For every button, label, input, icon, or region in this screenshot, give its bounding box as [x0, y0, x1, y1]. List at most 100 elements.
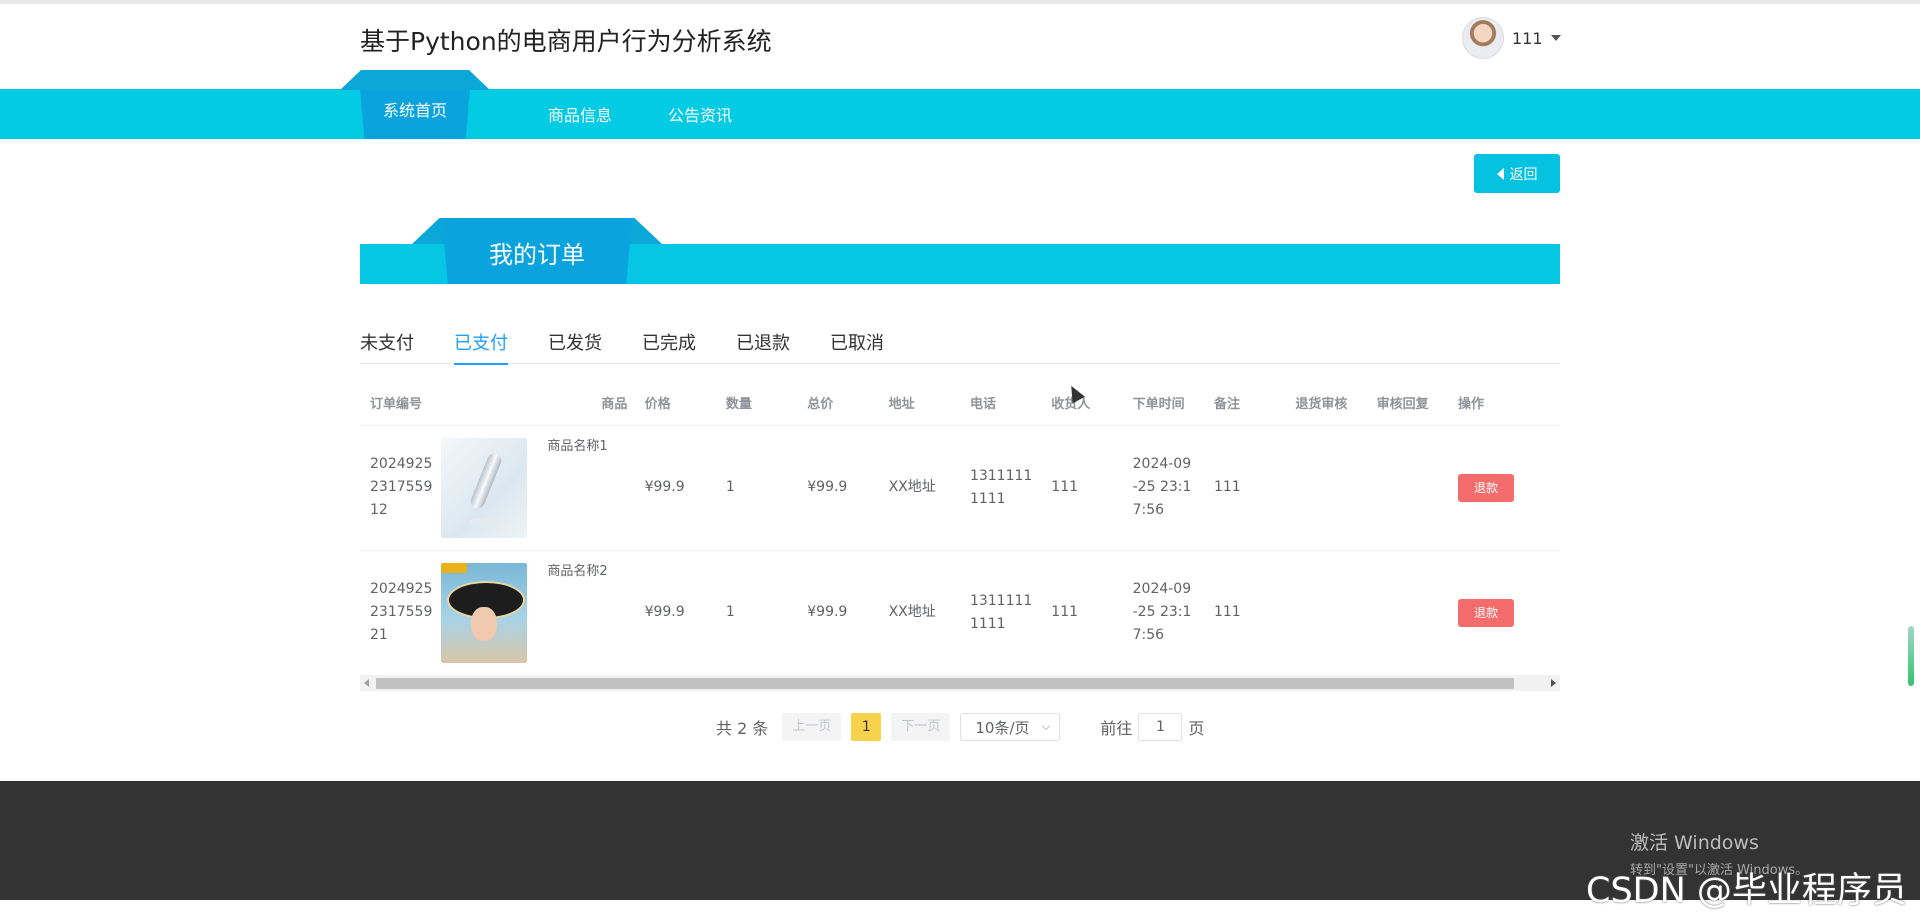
quantity-cell: 1: [715, 550, 798, 676]
return-review-cell: [1285, 425, 1367, 551]
order-no-cell: 2024925 2317559 21: [360, 550, 442, 676]
time-line: -25 23:1: [1132, 604, 1192, 620]
price-cell: ¥99.9: [634, 425, 716, 551]
time-line: -25 23:1: [1132, 479, 1192, 495]
phone-cell: 1311111 1111: [959, 425, 1042, 551]
nav-item-products[interactable]: 商品信息: [520, 89, 640, 139]
pagination-total: 共 2 条: [716, 719, 769, 738]
phone-line: 1111: [969, 490, 1006, 507]
page-size-select[interactable]: 10条/页: [960, 713, 1061, 741]
back-button[interactable]: 返回: [1474, 154, 1560, 193]
tab-refunded[interactable]: 已退款: [736, 330, 790, 364]
tab-completed[interactable]: 已完成: [642, 330, 696, 364]
order-time-cell: 2024-09 -25 23:1 7:56: [1122, 425, 1204, 551]
order-no-line: 2024925: [370, 456, 433, 472]
nav-item-news[interactable]: 公告资讯: [640, 89, 760, 139]
col-header-review-reply: 审核回复: [1366, 380, 1448, 426]
goto-prefix: 前往: [1100, 719, 1133, 738]
chevron-down-icon: [1042, 721, 1051, 730]
table-row: 2024925 2317559 12 商品名称1 ¥99.9 1 ¥99.9 X…: [360, 425, 1560, 551]
next-page-button[interactable]: 下一页: [891, 713, 951, 741]
product-cell: 商品名称2: [441, 550, 635, 676]
table-horizontal-scrollbar[interactable]: [360, 675, 1560, 691]
product-cell: 商品名称1: [441, 425, 635, 551]
time-line: 2024-09: [1132, 581, 1192, 597]
return-review-cell: [1285, 550, 1367, 676]
tab-cancelled[interactable]: 已取消: [830, 330, 884, 364]
caret-down-icon[interactable]: [1550, 35, 1561, 41]
tab-paid[interactable]: 已支付: [454, 330, 508, 365]
goto-suffix: 页: [1188, 719, 1205, 738]
col-header-address: 地址: [878, 380, 960, 426]
col-header-phone: 电话: [959, 380, 1042, 426]
col-header-product: 商品: [441, 380, 635, 426]
phone-line: 1311111: [969, 467, 1033, 484]
site-header: 基于Python的电商用户行为分析系统 111: [0, 4, 1920, 88]
col-header-remark: 备注: [1203, 380, 1286, 426]
order-no-line: 2317559: [370, 479, 433, 495]
nav-item-home-label[interactable]: 系统首页: [360, 90, 470, 139]
tab-shipped[interactable]: 已发货: [548, 330, 602, 364]
order-no-cell: 2024925 2317559 12: [360, 425, 442, 551]
section-title: 我的订单: [442, 218, 632, 284]
scroll-right-icon[interactable]: [1551, 679, 1556, 687]
page-scroll-indicator[interactable]: [1908, 626, 1914, 686]
main-nav: 商品信息 公告资讯: [0, 89, 1920, 139]
phone-line: 1311111: [969, 592, 1033, 609]
col-header-order-no: 订单编号: [360, 380, 442, 426]
product-name: 商品名称2: [547, 563, 608, 579]
product-image[interactable]: [441, 562, 528, 663]
order-no-line: 2024925: [370, 581, 433, 597]
back-button-label: 返回: [1509, 166, 1538, 183]
time-line: 2024-09: [1132, 456, 1192, 472]
scrollbar-thumb[interactable]: [376, 678, 1514, 689]
order-no-line: 21: [370, 627, 388, 643]
product-name: 商品名称1: [547, 438, 608, 454]
col-header-total: 总价: [797, 380, 879, 426]
total-cell: ¥99.9: [797, 550, 879, 676]
order-status-tabs: 未支付 已支付 已发货 已完成 已退款 已取消: [360, 330, 1560, 365]
refund-button[interactable]: 退款: [1458, 473, 1514, 502]
col-header-action: 操作: [1448, 380, 1560, 426]
table-header-row: 订单编号 商品 价格 数量 总价 地址 电话 收货人 下单时间 备注 退货审核 …: [360, 380, 1560, 426]
action-cell: 退款: [1448, 550, 1560, 676]
receiver-cell: 111: [1041, 425, 1123, 551]
price-cell: ¥99.9: [634, 550, 716, 676]
address-cell: XX地址: [878, 550, 960, 676]
col-header-return-review: 退货审核: [1285, 380, 1367, 426]
remark-cell: 111: [1203, 550, 1286, 676]
scroll-left-icon[interactable]: [364, 679, 369, 687]
refund-button[interactable]: 退款: [1458, 598, 1514, 627]
order-time-cell: 2024-09 -25 23:1 7:56: [1122, 550, 1204, 676]
total-cell: ¥99.9: [797, 425, 879, 551]
pagination: 共 2 条 上一页 1 下一页 10条/页 前往 页: [716, 713, 1204, 741]
review-reply-cell: [1366, 550, 1448, 676]
col-header-receiver: 收货人: [1041, 380, 1123, 426]
user-name[interactable]: 111: [1512, 29, 1543, 48]
csdn-watermark: CSDN @毕业程序员: [1586, 871, 1907, 911]
time-line: 7:56: [1132, 502, 1165, 518]
user-menu[interactable]: 111: [1462, 16, 1561, 60]
prev-page-button[interactable]: 上一页: [782, 713, 842, 741]
tab-unpaid[interactable]: 未支付: [360, 330, 414, 364]
col-header-quantity: 数量: [715, 380, 798, 426]
remark-cell: 111: [1203, 425, 1286, 551]
page-number-current[interactable]: 1: [851, 713, 882, 741]
col-header-order-time: 下单时间: [1122, 380, 1204, 426]
phone-line: 1111: [969, 615, 1006, 632]
section-header: 我的订单: [412, 218, 662, 284]
order-no-line: 2317559: [370, 604, 433, 620]
quantity-cell: 1: [715, 425, 798, 551]
caret-left-icon: [1496, 167, 1504, 180]
orders-table: 订单编号 商品 价格 数量 总价 地址 电话 收货人 下单时间 备注 退货审核 …: [360, 380, 1560, 692]
avatar[interactable]: [1462, 17, 1504, 59]
order-no-line: 12: [370, 502, 388, 518]
page-size-value: 10条/页: [975, 718, 1030, 737]
receiver-cell: 111: [1041, 550, 1123, 676]
product-image[interactable]: [441, 437, 528, 538]
nav-item-home[interactable]: 系统首页: [340, 70, 490, 140]
goto-page-input[interactable]: [1138, 713, 1183, 741]
action-cell: 退款: [1448, 425, 1560, 551]
address-cell: XX地址: [878, 425, 960, 551]
col-header-price: 价格: [634, 380, 716, 426]
